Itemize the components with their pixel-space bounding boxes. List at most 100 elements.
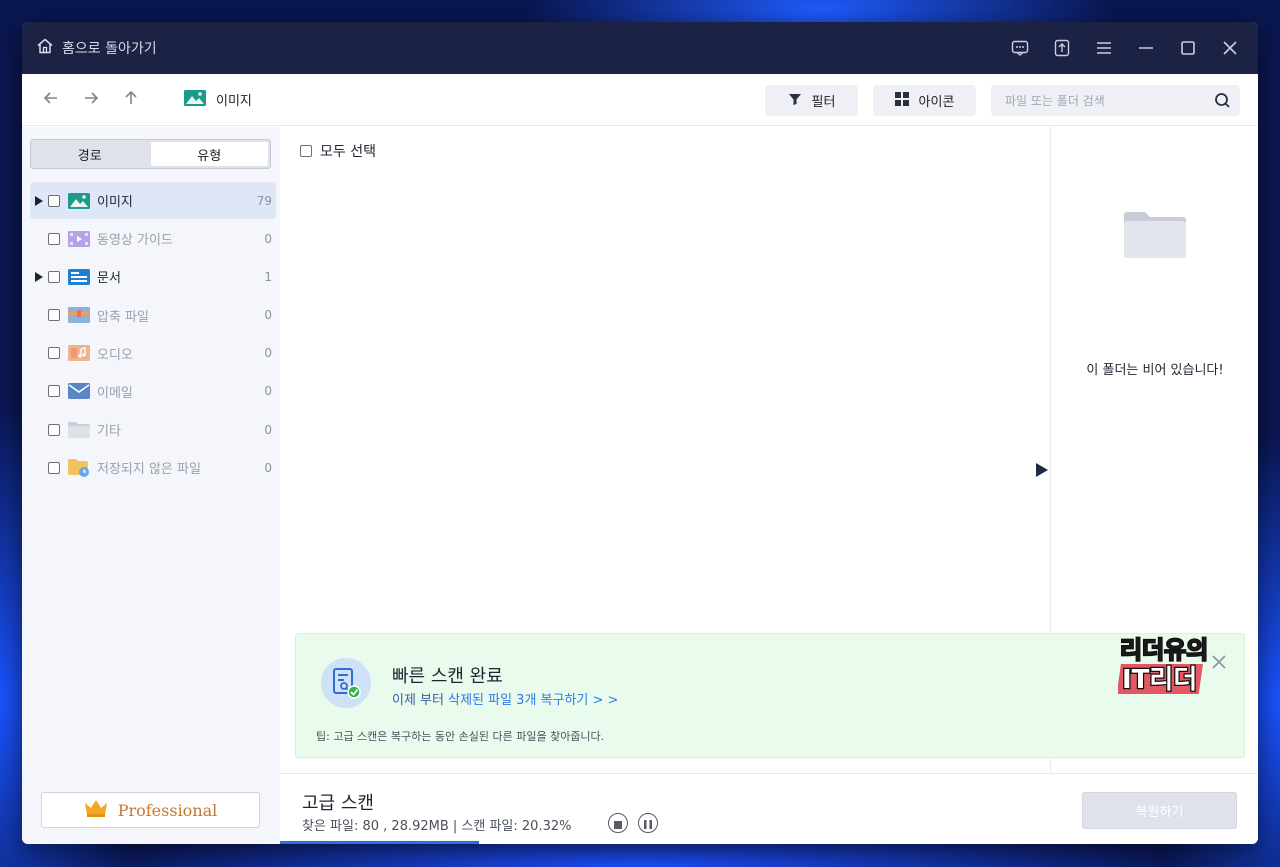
category-item-email[interactable]: 이메일 0 xyxy=(30,373,276,410)
filter-label: 필터 xyxy=(811,95,836,110)
pause-scan-button[interactable] xyxy=(638,813,658,833)
title-bar: 홈으로 돌아가기 xyxy=(22,22,1258,74)
scan-stats: 찾은 파일: 80 , 28.92MB | 스캔 파일: 20.32% xyxy=(302,819,572,834)
breadcrumb[interactable]: 이미지 xyxy=(184,89,252,110)
grid-icon xyxy=(894,91,909,110)
category-checkbox[interactable] xyxy=(48,385,60,398)
category-checkbox[interactable] xyxy=(48,461,60,474)
category-count: 1 xyxy=(264,269,272,284)
category-label: 동영상 가이드 xyxy=(97,233,173,249)
audio-folder-icon xyxy=(68,344,90,362)
banner-subtitle: 이제 부터 삭제된 파일 3개 복구하기 > > xyxy=(392,689,618,708)
select-all-label: 모두 선택 xyxy=(320,144,376,160)
category-item-unsaved[interactable]: 저장되지 않은 파일 0 xyxy=(30,449,276,486)
tab-path[interactable]: 경로 xyxy=(31,140,149,168)
banner-close-icon[interactable] xyxy=(1212,654,1226,673)
category-tree: 이미지 79 동영상 가이드 0 문서 1 압축 파일 0 오디오 0 이메일 … xyxy=(30,182,276,488)
stop-scan-button[interactable] xyxy=(608,813,628,833)
image-folder-icon xyxy=(68,192,90,210)
minimize-icon[interactable] xyxy=(1136,38,1156,58)
view-mode-button[interactable]: 아이콘 xyxy=(873,85,976,116)
select-all-checkbox[interactable] xyxy=(300,145,312,157)
category-item-other[interactable]: 기타 0 xyxy=(30,411,276,448)
channel-watermark-logo: 리더유의 리더유의 IT리더 IT리더 xyxy=(1116,628,1214,702)
category-checkbox[interactable] xyxy=(48,270,60,283)
app-window: 홈으로 돌아가기 이미지 필터 아이콘 파일 또는 폴더 검색 경로 유형 이미… xyxy=(22,22,1258,844)
home-label: 홈으로 돌아가기 xyxy=(62,41,157,57)
category-count: 0 xyxy=(264,422,272,437)
category-item-document[interactable]: 문서 1 xyxy=(30,258,276,295)
category-item-audio[interactable]: 오디오 0 xyxy=(30,335,276,372)
email-folder-icon xyxy=(68,382,90,400)
banner-subtitle-prefix: 이제 부터 xyxy=(392,693,449,708)
scan-result-icon xyxy=(321,658,371,708)
category-label: 저장되지 않은 파일 xyxy=(97,462,201,478)
category-item-image[interactable]: 이미지 79 xyxy=(30,182,276,219)
select-all[interactable]: 모두 선택 xyxy=(300,141,376,161)
filter-icon xyxy=(788,92,802,110)
svg-text:IT리더: IT리더 xyxy=(1122,665,1197,695)
professional-button[interactable]: Professional xyxy=(41,792,260,828)
scan-status-bar: 고급 스캔 찾은 파일: 80 , 28.92MB | 스캔 파일: 20.32… xyxy=(280,773,1258,844)
back-arrow-icon[interactable] xyxy=(42,89,60,111)
category-checkbox[interactable] xyxy=(48,423,60,436)
archive-folder-icon xyxy=(68,306,90,324)
category-count: 79 xyxy=(256,193,272,208)
category-count: 0 xyxy=(264,384,272,399)
category-count: 0 xyxy=(264,231,272,246)
svg-text:리더유의: 리더유의 xyxy=(1120,636,1208,664)
view-switch: 경로 유형 xyxy=(30,139,271,169)
category-label: 기타 xyxy=(97,424,121,440)
forward-arrow-icon[interactable] xyxy=(82,89,100,111)
image-folder-icon xyxy=(184,89,206,110)
professional-label: Professional xyxy=(117,800,218,820)
view-mode-label: 아이콘 xyxy=(918,95,955,110)
category-label: 압축 파일 xyxy=(97,309,149,325)
category-checkbox[interactable] xyxy=(48,309,60,322)
toggle-preview-icon[interactable] xyxy=(1035,462,1049,482)
close-icon[interactable] xyxy=(1220,38,1240,58)
maximize-icon[interactable] xyxy=(1178,38,1198,58)
video-folder-icon xyxy=(68,230,90,248)
home-icon xyxy=(36,37,54,59)
scan-title: 고급 스캔 xyxy=(302,793,374,814)
recover-button[interactable]: 복원하기 xyxy=(1082,792,1237,829)
upload-icon[interactable] xyxy=(1052,38,1072,58)
expand-caret-icon[interactable] xyxy=(32,271,46,282)
category-count: 0 xyxy=(264,460,272,475)
category-label: 문서 xyxy=(97,271,121,287)
banner-title: 빠른 스캔 완료 xyxy=(392,666,503,687)
scan-progress-track xyxy=(280,841,1258,844)
scan-complete-banner: 빠른 스캔 완료 이제 부터 삭제된 파일 3개 복구하기 > > 팁: 고급 … xyxy=(295,633,1245,758)
home-button[interactable]: 홈으로 돌아가기 xyxy=(36,37,157,59)
category-count: 0 xyxy=(264,308,272,323)
search-input[interactable] xyxy=(1005,93,1215,108)
category-checkbox[interactable] xyxy=(48,194,60,207)
feedback-icon[interactable] xyxy=(1010,38,1030,58)
up-arrow-icon[interactable] xyxy=(122,89,140,111)
category-item-archive[interactable]: 압축 파일 0 xyxy=(30,297,276,334)
tab-type[interactable]: 유형 xyxy=(150,142,268,166)
sidebar: 경로 유형 이미지 79 동영상 가이드 0 문서 1 압축 파일 0 오디오 … xyxy=(22,127,280,844)
category-checkbox[interactable] xyxy=(48,347,60,360)
search-icon[interactable] xyxy=(1214,92,1231,113)
toolbar: 이미지 필터 아이콘 xyxy=(22,74,1258,126)
document-folder-icon xyxy=(68,268,90,286)
category-label: 이미지 xyxy=(97,195,133,210)
category-label: 이메일 xyxy=(97,385,133,401)
search-box xyxy=(991,85,1240,116)
stop-icon xyxy=(614,814,622,833)
empty-folder-message: 이 폴더는 비어 있습니다! xyxy=(1086,363,1224,378)
banner-tip: 팁: 고급 스캔은 복구하는 동안 손실된 다른 파일을 찾아줍니다. xyxy=(316,730,605,743)
breadcrumb-label: 이미지 xyxy=(216,94,252,109)
filter-button[interactable]: 필터 xyxy=(765,85,858,116)
other-folder-icon xyxy=(68,421,90,439)
expand-caret-icon[interactable] xyxy=(32,195,46,206)
crown-icon xyxy=(84,799,108,821)
pause-icon xyxy=(644,814,652,833)
recover-deleted-link[interactable]: 삭제된 파일 3개 복구하기 > > xyxy=(448,693,618,708)
menu-icon[interactable] xyxy=(1094,38,1114,58)
category-checkbox[interactable] xyxy=(48,232,60,245)
scan-progress-fill xyxy=(280,841,479,844)
category-item-video[interactable]: 동영상 가이드 0 xyxy=(30,220,276,257)
